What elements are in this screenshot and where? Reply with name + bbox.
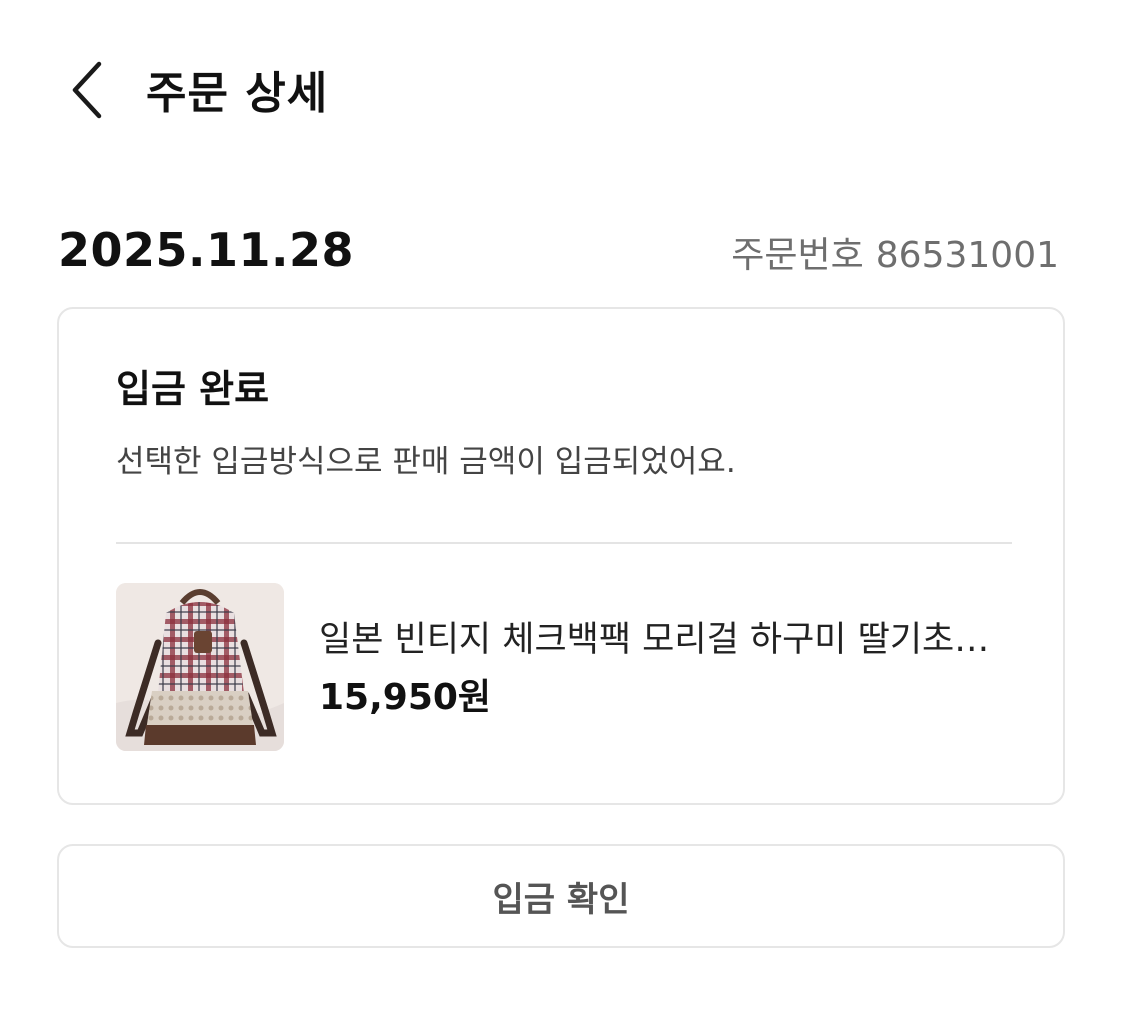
order-number-value: 86531001: [875, 235, 1059, 276]
page-title: 주문 상세: [146, 68, 329, 119]
product-name[interactable]: 일본 빈티지 체크백팩 모리걸 하구미 딸기초…: [319, 615, 1019, 665]
product-price: 15,950원: [319, 677, 492, 718]
order-number: 주문번호 86531001: [731, 232, 1059, 280]
order-date: 2025.11.28: [58, 223, 355, 277]
order-status-card: 입금 완료 선택한 입금방식으로 판매 금액이 입금되었어요. 일본 빈티지 체…: [57, 307, 1065, 805]
backpack-image: [116, 583, 284, 751]
order-number-label: 주문번호: [731, 235, 864, 276]
status-title: 입금 완료: [116, 367, 270, 411]
product-thumbnail[interactable]: [116, 583, 284, 751]
back-button[interactable]: [52, 50, 122, 130]
app-header: 주문 상세: [0, 0, 1125, 190]
divider: [116, 542, 1012, 544]
confirm-deposit-button[interactable]: 입금 확인: [57, 844, 1065, 948]
status-description: 선택한 입금방식으로 판매 금액이 입금되었어요.: [116, 444, 736, 480]
chevron-left-icon: [72, 61, 102, 119]
